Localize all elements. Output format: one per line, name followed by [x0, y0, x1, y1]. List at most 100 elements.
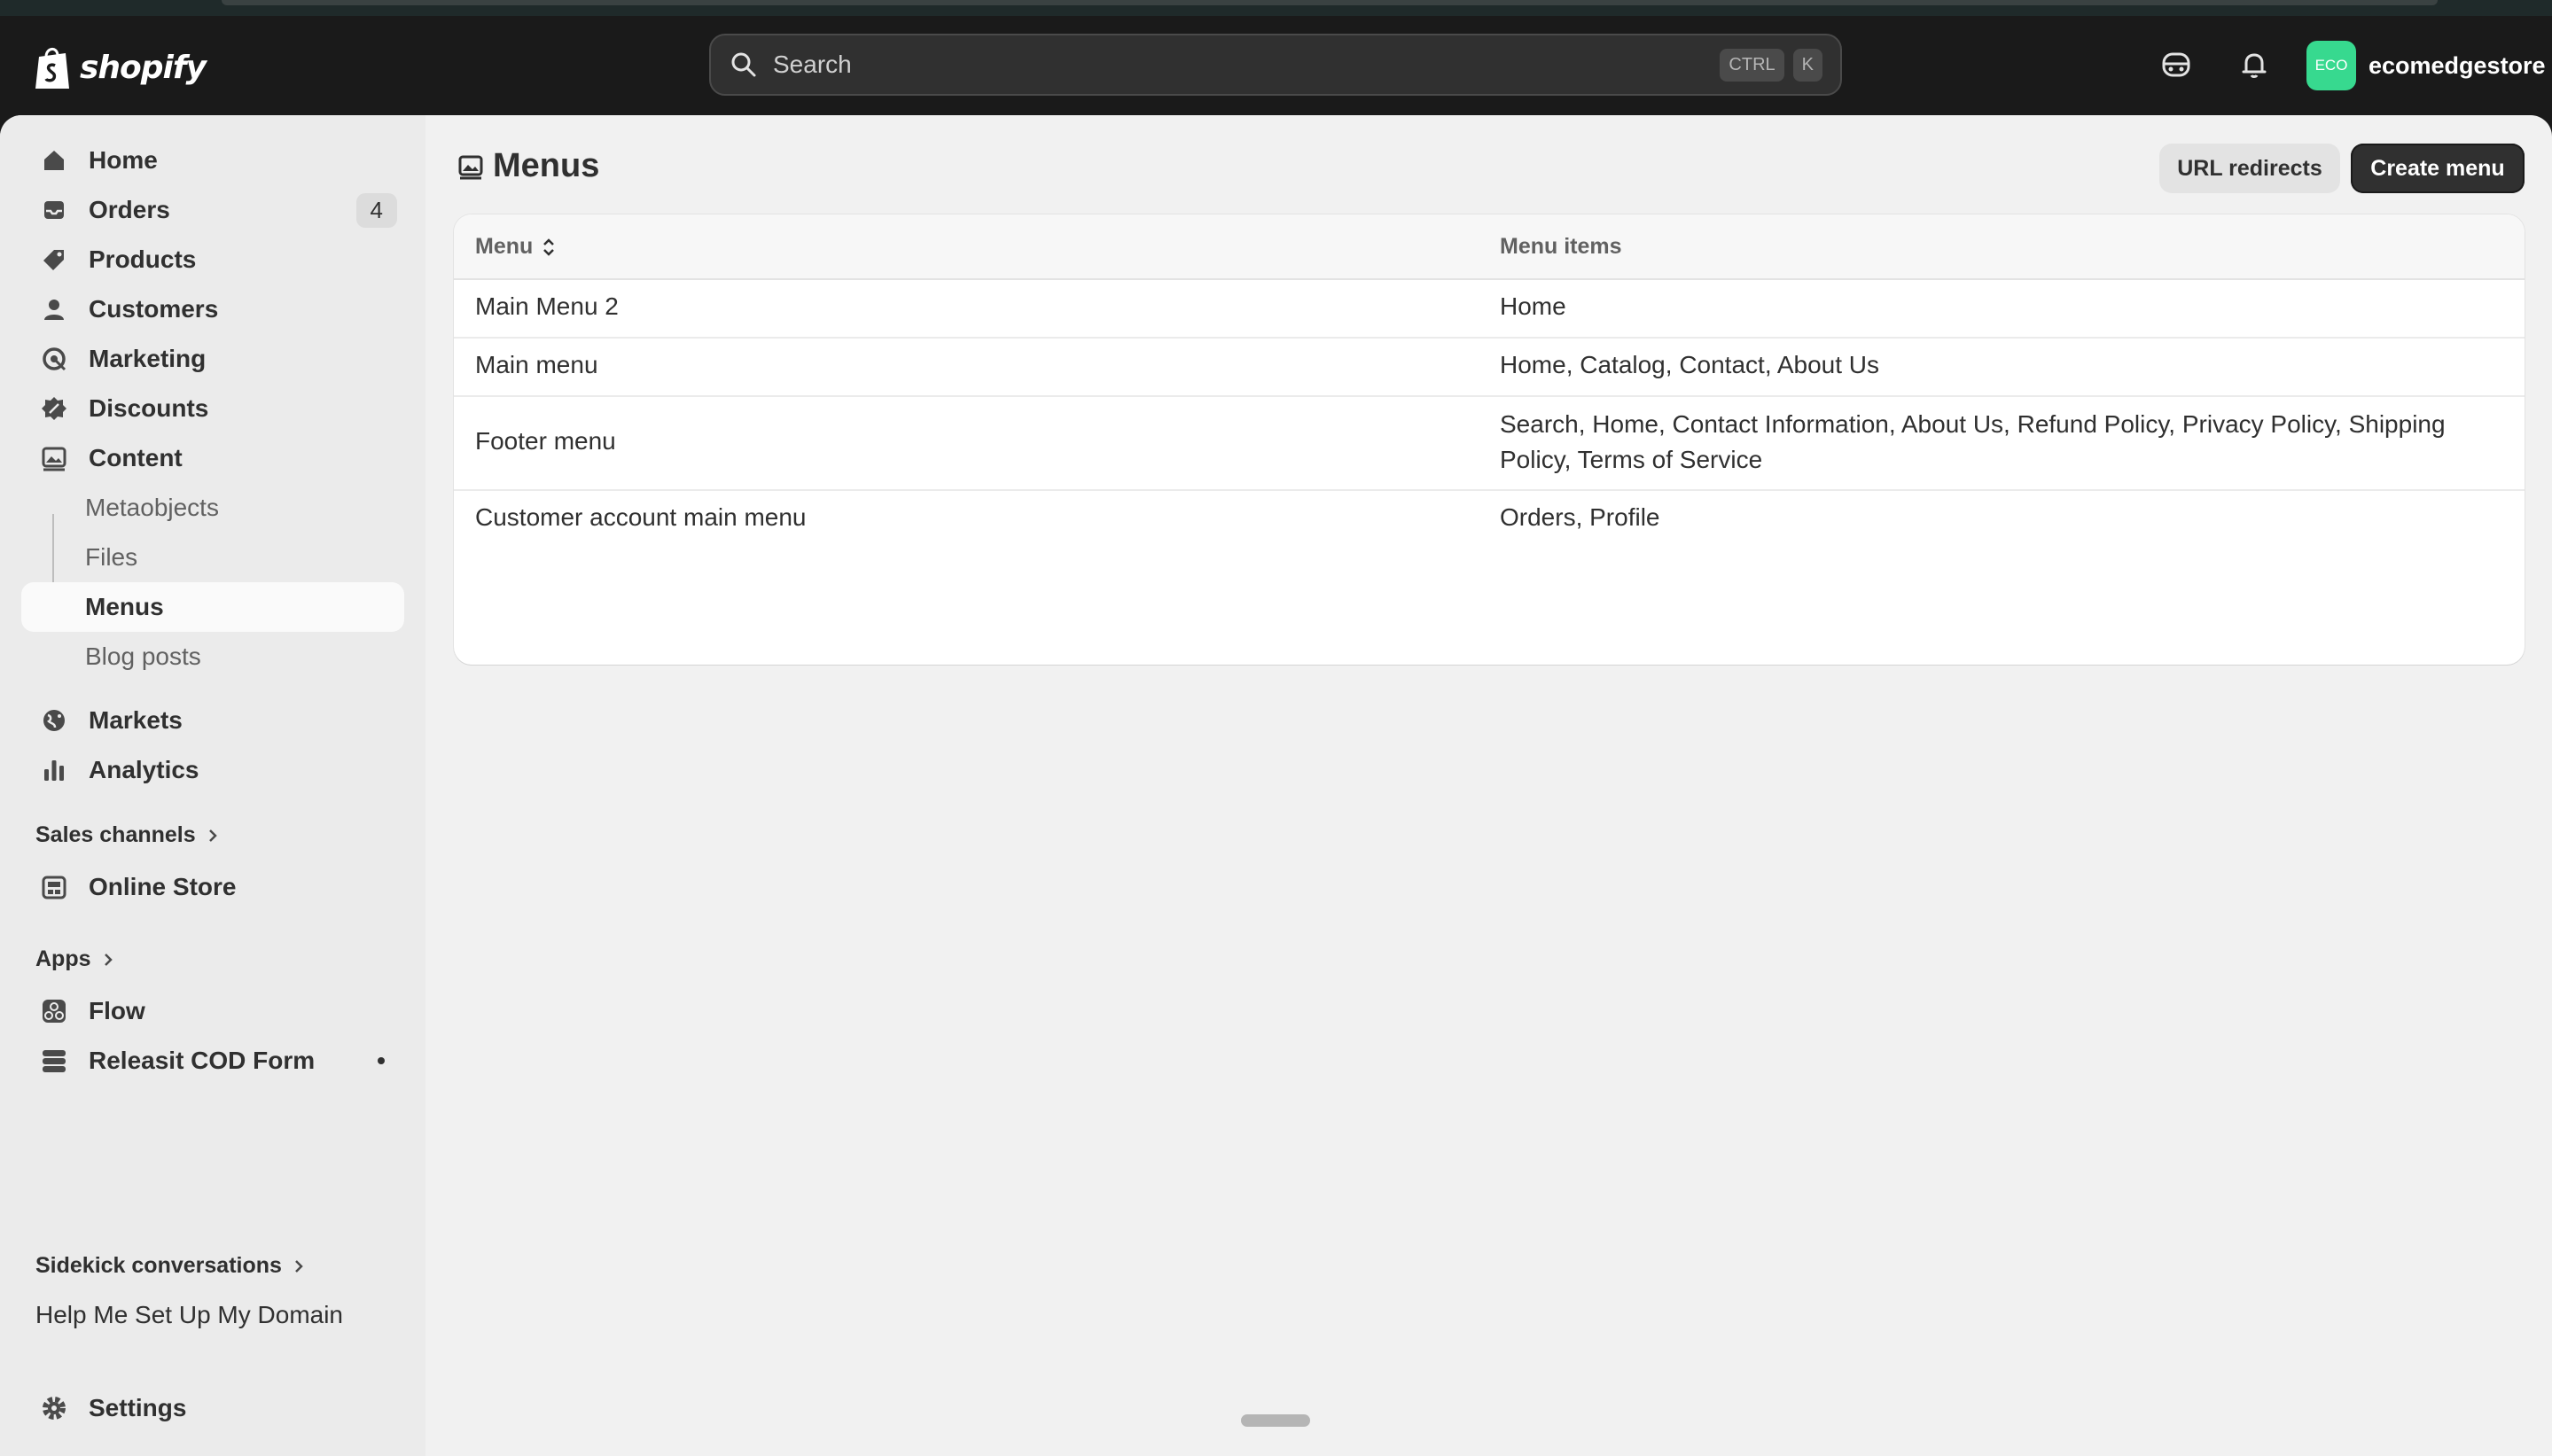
bar-chart-icon	[39, 755, 69, 785]
sidebar-item-settings[interactable]: Settings	[21, 1383, 404, 1433]
discount-icon	[39, 393, 69, 424]
table-row[interactable]: Footer menu Search, Home, Contact Inform…	[454, 395, 2525, 491]
search-bar[interactable]: CTRL K	[709, 34, 1842, 96]
shortcut-ctrl: CTRL	[1720, 48, 1784, 82]
browser-strip	[0, 0, 2552, 16]
page-title-text: Menus	[493, 147, 600, 184]
sidebar-item-label: Metaobjects	[85, 494, 219, 521]
sidebar-item-markets[interactable]: Markets	[21, 696, 404, 745]
sidebar-item-marketing[interactable]: Marketing	[21, 334, 404, 384]
store-name: ecomedgestore	[2369, 51, 2546, 79]
brand-wordmark: shopify	[80, 49, 207, 86]
menu-name-cell[interactable]: Main menu	[475, 351, 598, 379]
sidebar-item-label: Analytics	[89, 756, 199, 783]
sidebar-item-metaobjects[interactable]: Metaobjects	[21, 483, 404, 533]
avatar: ECO	[2306, 41, 2356, 90]
sidebar-item-label: Customers	[89, 295, 219, 323]
sidebar-item-customers[interactable]: Customers	[21, 284, 404, 334]
unread-dot	[378, 1057, 385, 1064]
scroll-handle[interactable]	[1241, 1414, 1310, 1427]
table-header: Menu Menu items	[454, 214, 2525, 280]
sidebar-item-label: Content	[89, 444, 183, 471]
gear-icon	[39, 1393, 69, 1423]
sort-menu-header[interactable]: Menu	[475, 234, 558, 260]
bell-icon	[2242, 53, 2267, 78]
sidekick-conversations-header[interactable]: Sidekick conversations	[35, 1253, 305, 1279]
target-icon	[39, 344, 69, 374]
sidebar-item-orders[interactable]: Orders 4	[21, 185, 404, 235]
sidebar-item-label: Products	[89, 245, 197, 273]
sidebar-item-label: Home	[89, 146, 158, 174]
sidebar-item-flow[interactable]: Flow	[21, 986, 404, 1036]
flow-icon	[39, 996, 69, 1026]
sidebar-item-discounts[interactable]: Discounts	[21, 384, 404, 433]
url-redirects-button[interactable]: URL redirects	[2159, 144, 2340, 193]
sidebar-item-label: Orders	[89, 196, 170, 223]
sidebar-item-label: Marketing	[89, 345, 207, 372]
notifications-button[interactable]	[2236, 46, 2273, 83]
table-row[interactable]: Main Menu 2 Home	[454, 278, 2525, 339]
menu-items-cell: Search, Home, Contact Information, About…	[1500, 410, 2446, 473]
account-menu[interactable]: ECO ecomedgestore	[2306, 41, 2546, 90]
sidekick-conversation-label: Help Me Set Up My Domain	[35, 1301, 344, 1328]
chevron-right-icon	[295, 1259, 303, 1273]
orders-count-badge: 4	[355, 193, 397, 228]
sort-icon	[543, 237, 555, 256]
sales-channels-label: Sales channels	[35, 822, 196, 847]
apps-label: Apps	[35, 946, 91, 971]
sidebar-item-label: Files	[85, 543, 138, 571]
sidekick-button[interactable]	[2158, 46, 2195, 83]
search-icon	[731, 52, 756, 77]
sidebar-item-label: Releasit COD Form	[89, 1047, 316, 1074]
sidebar-item-online-store[interactable]: Online Store	[21, 862, 404, 912]
chevron-right-icon	[104, 953, 113, 966]
sidebar-item-label: Blog posts	[85, 642, 201, 670]
sidebar: Home Orders 4 Products Customers Marketi…	[0, 115, 425, 1456]
sidebar-item-content[interactable]: Content	[21, 433, 404, 483]
sidebar-item-analytics[interactable]: Analytics	[21, 745, 404, 795]
menu-items-cell: Home	[1500, 292, 1566, 320]
table-row[interactable]: Customer account main menu Orders, Profi…	[454, 489, 2525, 548]
sidebar-item-home[interactable]: Home	[21, 136, 404, 185]
sidebar-item-label: Markets	[89, 706, 183, 734]
sidebar-item-label: Flow	[89, 997, 145, 1024]
store-icon	[39, 872, 69, 902]
shopify-logo[interactable]: shopify	[34, 43, 207, 92]
globe-icon	[39, 705, 69, 736]
home-icon	[39, 145, 69, 175]
page-title: Menus	[457, 147, 599, 185]
admin-frame: Home Orders 4 Products Customers Marketi…	[0, 115, 2552, 1456]
menu-name-cell[interactable]: Main Menu 2	[475, 292, 619, 321]
apps-header[interactable]: Apps	[35, 946, 114, 972]
app-stack-icon	[39, 1046, 69, 1076]
sales-channels-header[interactable]: Sales channels	[35, 822, 219, 848]
create-menu-button[interactable]: Create menu	[2351, 144, 2525, 193]
sidebar-item-label: Online Store	[89, 873, 237, 900]
shortcut-k: K	[1792, 48, 1822, 82]
search-input[interactable]	[771, 50, 1712, 80]
chevron-right-icon	[208, 829, 217, 842]
sidebar-item-products[interactable]: Products	[21, 235, 404, 284]
sidebar-item-label: Settings	[89, 1394, 187, 1421]
menu-name-cell[interactable]: Footer menu	[475, 427, 616, 455]
sidebar-item-releasit-cod-form[interactable]: Releasit COD Form	[21, 1036, 404, 1086]
menu-items-cell: Orders, Profile	[1500, 503, 1660, 531]
sidebar-item-files[interactable]: Files	[21, 533, 404, 582]
sidebar-item-blog-posts[interactable]: Blog posts	[21, 632, 404, 681]
image-icon	[458, 155, 483, 179]
menu-items-cell: Home, Catalog, Contact, About Us	[1500, 351, 1879, 378]
browser-tab-edge	[222, 0, 2438, 5]
sidekick-conversations-label: Sidekick conversations	[35, 1253, 282, 1278]
menus-table: Menu Menu items Main Menu 2 Home Main me…	[454, 214, 2525, 665]
sidekick-conversation-item[interactable]: Help Me Set Up My Domain	[35, 1301, 343, 1329]
shopify-bag-icon	[35, 48, 69, 89]
top-bar: shopify CTRL K ECO ecomedgestore	[0, 16, 2552, 115]
sidebar-item-label: Menus	[85, 593, 164, 620]
table-row[interactable]: Main menu Home, Catalog, Contact, About …	[454, 337, 2525, 397]
menu-name-cell[interactable]: Customer account main menu	[475, 503, 807, 532]
sidebar-item-menus[interactable]: Menus	[21, 582, 404, 632]
image-icon	[39, 443, 69, 473]
sidekick-icon	[2162, 52, 2190, 77]
person-icon	[39, 294, 69, 324]
tag-icon	[39, 245, 69, 275]
